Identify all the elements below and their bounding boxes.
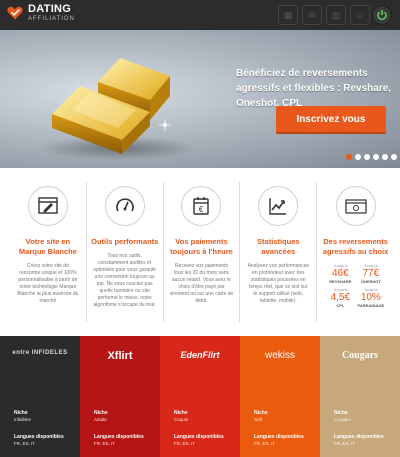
feature-text: Créez votre site de rencontre unique et … — [17, 263, 79, 304]
brand-name: DATING — [28, 3, 72, 15]
user-icon[interactable]: ☺ — [350, 5, 370, 25]
niche-value: Soft — [254, 417, 263, 422]
feature-white-label: Votre site en Marque Blanche Créez votre… — [10, 182, 87, 322]
grid-icon[interactable]: ▦ — [278, 5, 298, 25]
site-card-xflirt[interactable]: Xflirt Niche Adulte Langues disponibles … — [80, 336, 160, 457]
site-card-infideles[interactable]: entre INFIDELES Niche Infidèles Langues … — [0, 336, 80, 457]
speedometer-icon — [104, 186, 145, 226]
stats-chart-icon — [258, 186, 299, 226]
niche-label: Niche — [334, 410, 348, 416]
site-card-cougars[interactable]: Cougars Niche Cougars Langues disponible… — [320, 336, 400, 457]
languages-value: FR, ES, IT — [334, 441, 356, 446]
logo[interactable]: DATING AFFILIATION — [6, 4, 75, 22]
rate-value: 10% — [360, 292, 381, 303]
mail-icon[interactable]: ✉ — [302, 5, 322, 25]
slide-dot[interactable] — [346, 154, 352, 160]
slide-dot[interactable] — [382, 154, 388, 160]
niche-label: Niche — [254, 410, 268, 416]
signup-button[interactable]: Inscrivez vous — [276, 106, 386, 134]
site-logo: entre INFIDELES — [12, 350, 68, 356]
hero-headline: Bénéficiez de reversements agressifs et … — [236, 68, 392, 109]
browser-edit-icon — [27, 186, 68, 226]
features-section: Votre site en Marque Blanche Créez votre… — [10, 182, 394, 322]
slide-dot[interactable] — [355, 154, 361, 160]
site-logo: wekiss — [264, 350, 295, 361]
site-card-edenflirt[interactable]: EdenFlirt Niche Coquin Langues disponibl… — [160, 336, 240, 457]
top-header: DATING AFFILIATION ▦ ✉ ▥ ☺ — [0, 0, 400, 30]
site-logo: Cougars — [341, 350, 379, 361]
rate-revshare: Jusqu'à 46€ REVSHARE — [327, 263, 355, 284]
site-card-wekiss[interactable]: wekiss Niche Soft Langues disponibles FR… — [240, 336, 320, 457]
rate-parrainage: Jusqu'à 10% PARRAINAGE — [357, 287, 385, 308]
languages-label: Langues disponibles — [14, 434, 64, 440]
site-logo: Xflirt — [107, 350, 133, 362]
feature-title: Statistiques avancées — [257, 237, 300, 256]
rate-oneshot: Jusqu'à 77€ ONESHOT — [357, 263, 385, 284]
rate-label: ONESHOT — [360, 279, 381, 284]
feature-rates: Des reversements agressifs au choix Jusq… — [317, 182, 394, 322]
gold-bars-image — [38, 58, 198, 160]
languages-value: FR, ES, IT — [14, 441, 36, 446]
site-logo: EdenFlirt — [180, 350, 220, 360]
rate-cpl: Jusqu'à 4,5€ CPL — [327, 287, 355, 308]
rate-label: PARRAINAGE — [357, 303, 385, 308]
niche-value: Adulte — [94, 417, 107, 422]
languages-label: Langues disponibles — [254, 434, 304, 440]
feature-title: Vos paiements toujours à l'heure — [170, 237, 233, 256]
heart-logo-icon — [7, 6, 23, 20]
rate-label: CPL — [336, 303, 345, 308]
niche-value: Coquin — [174, 417, 189, 422]
feature-stats: Statistiques avancées Analysez vos perfo… — [240, 182, 318, 322]
power-icon[interactable] — [372, 5, 392, 25]
languages-value: FR, ES, IT — [174, 441, 196, 446]
feature-text: Tous nos outils, constamment audités et … — [93, 253, 157, 308]
brand-subtitle: AFFILIATION — [28, 16, 75, 22]
slider-dots — [346, 154, 397, 160]
slide-dot[interactable] — [391, 154, 397, 160]
rate-value: 46€ — [331, 268, 349, 279]
languages-label: Langues disponibles — [174, 434, 224, 440]
niche-value: Cougars — [334, 417, 352, 422]
chart-icon[interactable]: ▥ — [326, 5, 346, 25]
languages-value: FR, ES, IT — [254, 441, 276, 446]
slide-dot[interactable] — [364, 154, 370, 160]
euro-calendar-icon: € — [181, 186, 222, 226]
languages-label: Langues disponibles — [334, 434, 384, 440]
feature-title: Outils performants — [91, 237, 159, 246]
niche-label: Niche — [174, 410, 188, 416]
feature-title: Votre site en Marque Blanche — [18, 237, 77, 256]
svg-text:€: € — [199, 205, 204, 214]
rate-value: 77€ — [362, 268, 380, 279]
languages-value: FR, ES, IT — [94, 441, 116, 446]
hero-banner: Bénéficiez de reversements agressifs et … — [0, 30, 400, 168]
feature-text: Analysez vos performances en profondeur … — [247, 263, 309, 304]
feature-tools: Outils performants Tous nos outils, cons… — [87, 182, 164, 322]
niche-label: Niche — [94, 410, 108, 416]
money-stack-icon — [335, 186, 376, 226]
niche-value: Infidèles — [14, 417, 31, 422]
sites-band: entre INFIDELES Niche Infidèles Langues … — [0, 336, 400, 457]
rates-grid: Jusqu'à 46€ REVSHARE Jusqu'à 77€ ONESHOT… — [327, 263, 385, 308]
slide-dot[interactable] — [373, 154, 379, 160]
rate-label: REVSHARE — [329, 279, 352, 284]
languages-label: Langues disponibles — [94, 434, 144, 440]
niche-label: Niche — [14, 410, 28, 416]
feature-title: Des reversements agressifs au choix — [322, 237, 389, 256]
feature-payments: € Vos paiements toujours à l'heure Recev… — [164, 182, 241, 322]
rate-value: 4,5€ — [330, 292, 351, 303]
feature-text: Recevez vos paiements tous les 20 du moi… — [169, 263, 234, 304]
